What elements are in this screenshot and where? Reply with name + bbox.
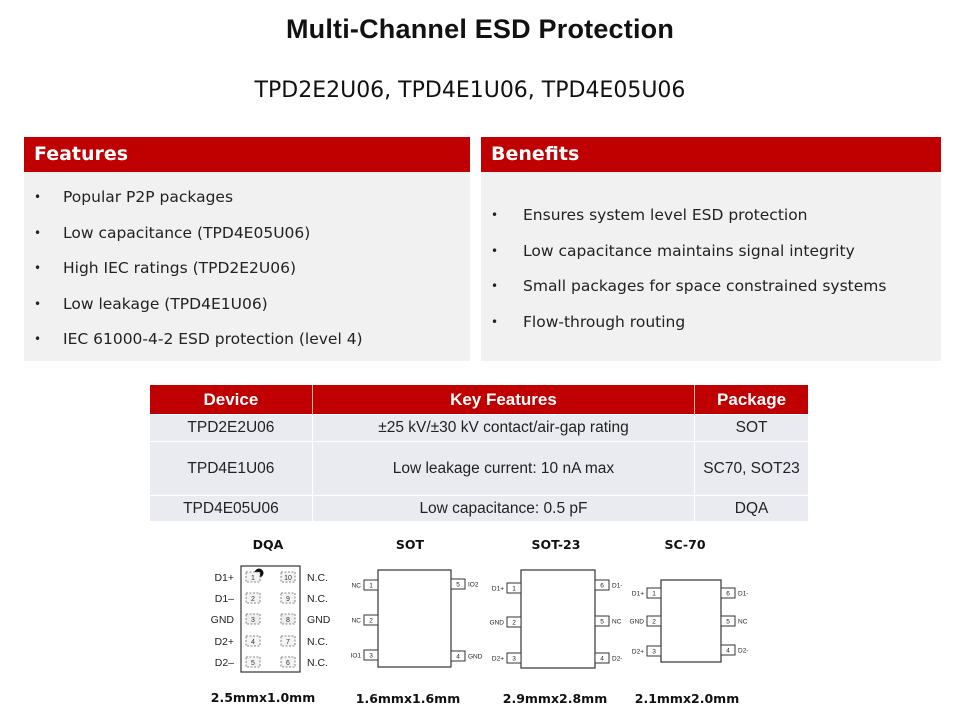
- pin-label: IO1: [351, 653, 362, 660]
- pin-number: 1: [251, 575, 255, 582]
- pin-number: 4: [726, 648, 730, 655]
- pin-label: GND: [307, 614, 331, 626]
- pin-number: 5: [600, 619, 604, 626]
- pin-label: GND: [490, 620, 505, 627]
- pin-label: IO2: [468, 582, 479, 589]
- pin-number: 5: [456, 582, 460, 589]
- pin-label: D1–: [215, 593, 234, 605]
- pin-label: D2-: [612, 656, 622, 663]
- pin-number: 5: [726, 619, 730, 626]
- package-size-sot23: 2.9mmx2.8mm: [502, 691, 608, 706]
- pin-number: 5: [251, 660, 255, 667]
- pin-number: 6: [286, 660, 290, 667]
- pin-number: 1: [652, 591, 656, 598]
- package-body-sot: [377, 569, 452, 668]
- pin-label: N.C.: [307, 636, 328, 648]
- pin-label: D2+: [632, 649, 644, 656]
- package-pinout-diagrams: 1 D1+ 2 D1– 3 GND 4 D2+ 5 D2– 10 N.C. 9 N.C. 8 GND 7 N.C.…: [211, 565, 748, 673]
- pin-number: 10: [284, 575, 292, 582]
- pin-label: NC: [352, 618, 362, 625]
- pin-label: GND: [468, 654, 483, 661]
- pin-number: 1: [512, 586, 516, 593]
- pin-label: D2+: [214, 636, 234, 648]
- pin-number: 2: [652, 619, 656, 626]
- pin-number: 4: [251, 639, 255, 646]
- pin-number: 9: [286, 596, 290, 603]
- pin-number: 4: [600, 656, 604, 663]
- pin-label: N.C.: [307, 572, 328, 584]
- package-size-sot: 1.6mmx1.6mm: [355, 691, 461, 706]
- pin-label: D1+: [492, 586, 504, 593]
- pin-number: 6: [600, 583, 604, 590]
- pin-label: N.C.: [307, 593, 328, 605]
- pin-label: D1-: [738, 591, 748, 598]
- package-size-dqa: 2.5mmx1.0mm: [210, 690, 316, 705]
- pin-number: 3: [369, 653, 373, 660]
- pin-label: D1+: [632, 591, 644, 598]
- pin-number: 3: [512, 656, 516, 663]
- pin-label: NC: [612, 619, 622, 626]
- pin-label: NC: [352, 583, 362, 590]
- pin-number: 2: [369, 618, 373, 625]
- pin-label: D1-: [612, 583, 622, 590]
- pin-label: GND: [211, 614, 235, 626]
- pin-label: D2–: [215, 657, 234, 669]
- pin-label: D1+: [214, 572, 234, 584]
- pin-number: 3: [251, 617, 255, 624]
- pin-number: 3: [652, 649, 656, 656]
- pin-number: 2: [251, 596, 255, 603]
- package-size-sc70: 2.1mmx2.0mm: [634, 691, 740, 706]
- pin-number: 8: [286, 617, 290, 624]
- pin-number: 7: [286, 639, 290, 646]
- pin-label: N.C.: [307, 657, 328, 669]
- package-body-sc70: [660, 579, 722, 663]
- pin-number: 1: [369, 583, 373, 590]
- pin-label: GND: [630, 619, 645, 626]
- package-body-sot23: [520, 569, 596, 669]
- pin-number: 4: [456, 654, 460, 661]
- pin-number: 6: [726, 591, 730, 598]
- pin-number: 2: [512, 620, 516, 627]
- pin-label: NC: [738, 619, 748, 626]
- pin-label: D2-: [738, 648, 748, 655]
- pin-label: D2+: [492, 656, 504, 663]
